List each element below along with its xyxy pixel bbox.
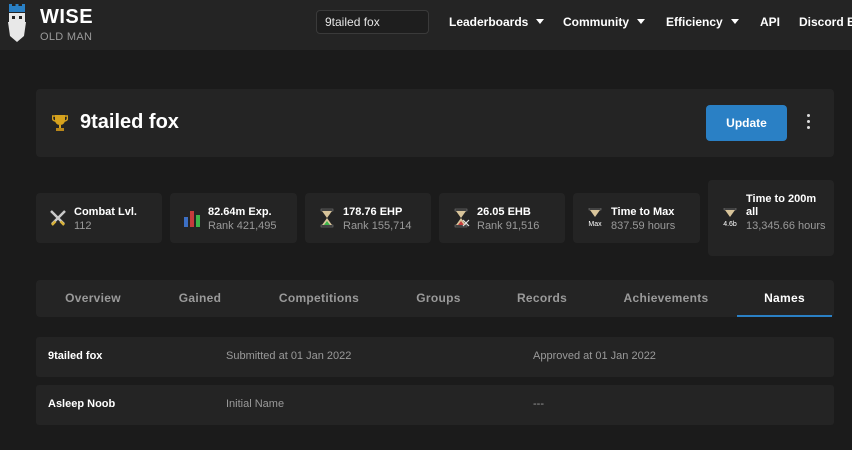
hourglass-4.6b-icon: 4.6b [723, 208, 737, 228]
hourglass-green-icon [320, 208, 334, 228]
bar-chart-icon [184, 211, 200, 227]
brand-name: WISE [40, 6, 94, 28]
stat-card-ehp: 178.76 EHP Rank 155,714 [305, 193, 431, 243]
nav-leaderboards[interactable]: Leaderboards [449, 15, 545, 29]
nav-discord-bot[interactable]: Discord Bo [799, 15, 852, 29]
stat-card-ehb: 26.05 EHB Rank 91,516 [439, 193, 565, 243]
name-change-name: Asleep Noob [48, 398, 116, 410]
stat-title: 82.64m Exp. [208, 206, 272, 218]
stat-card-experience: 82.64m Exp. Rank 421,495 [170, 193, 297, 243]
chevron-down-icon [637, 19, 645, 24]
name-change-submitted: Submitted at 01 Jan 2022 [226, 350, 352, 362]
stat-card-time-to-200m: 4.6b Time to 200m all 13,345.66 hours [708, 180, 834, 256]
list-item: 9tailed fox Submitted at 01 Jan 2022 App… [36, 337, 834, 377]
stat-title: 178.76 EHP [343, 206, 403, 218]
name-change-name: 9tailed fox [48, 350, 103, 362]
stat-title: Time to Max [611, 206, 675, 218]
nav-community-label: Community [563, 15, 629, 29]
name-change-approved: Approved at 01 Jan 2022 [533, 350, 656, 362]
stat-value: 13,345.66 hours [746, 220, 826, 232]
tab-gained[interactable]: Gained [150, 280, 250, 317]
svg-text:Max: Max [588, 221, 602, 228]
tab-names[interactable]: Names [737, 280, 832, 317]
stat-title: 26.05 EHB [477, 206, 531, 218]
more-options-icon[interactable] [800, 111, 816, 135]
stat-card-combat: Combat Lvl. 112 [36, 193, 162, 243]
nav-efficiency[interactable]: Efficiency [666, 15, 739, 29]
brand[interactable]: WISE OLD MAN [40, 6, 93, 44]
stat-title: Combat Lvl. [74, 206, 137, 218]
stat-rank: Rank 421,495 [208, 220, 277, 232]
tab-records[interactable]: Records [489, 280, 595, 317]
tab-competitions[interactable]: Competitions [250, 280, 388, 317]
wise-old-man-logo-icon[interactable] [6, 4, 28, 44]
name-change-submitted: Initial Name [226, 398, 285, 410]
stat-rank: Rank 155,714 [343, 220, 412, 232]
brand-subtitle: OLD MAN [40, 31, 93, 43]
list-item: Asleep Noob Initial Name --- [36, 385, 834, 425]
tab-groups[interactable]: Groups [388, 280, 489, 317]
hourglass-red-icon [454, 208, 470, 228]
stat-rank: Rank 91,516 [477, 220, 540, 232]
player-name: 9tailed fox [80, 111, 179, 133]
nav-api[interactable]: API [760, 15, 780, 29]
stat-value: 837.59 hours [611, 220, 676, 232]
nav-api-label: API [760, 15, 781, 29]
nav-efficiency-label: Efficiency [666, 15, 723, 29]
stat-title: Time to 200m all [746, 193, 817, 218]
player-header-card: 9tailed fox Update [36, 89, 834, 157]
trophy-icon [52, 115, 68, 131]
update-button[interactable]: Update [706, 105, 787, 141]
stat-value: 112 [74, 220, 92, 232]
top-navbar: WISE OLD MAN Leaderboards Community Effi… [0, 0, 852, 50]
combat-swords-icon [50, 210, 66, 226]
player-search-input[interactable] [316, 10, 429, 34]
svg-text:4.6b: 4.6b [723, 221, 737, 228]
chevron-down-icon [730, 19, 739, 24]
tab-overview[interactable]: Overview [36, 280, 150, 317]
nav-community[interactable]: Community [563, 15, 645, 29]
nav-discord-bot-label: Discord Bo [799, 15, 852, 29]
hourglass-max-icon: Max [588, 208, 602, 228]
chevron-down-icon [536, 19, 545, 24]
profile-tabs: Overview Gained Competitions Groups Reco… [36, 280, 834, 317]
name-change-approved: --- [533, 398, 544, 410]
stat-card-time-to-max: Max Time to Max 837.59 hours [573, 193, 700, 243]
nav-leaderboards-label: Leaderboards [449, 15, 529, 29]
tab-achievements[interactable]: Achievements [595, 280, 737, 317]
